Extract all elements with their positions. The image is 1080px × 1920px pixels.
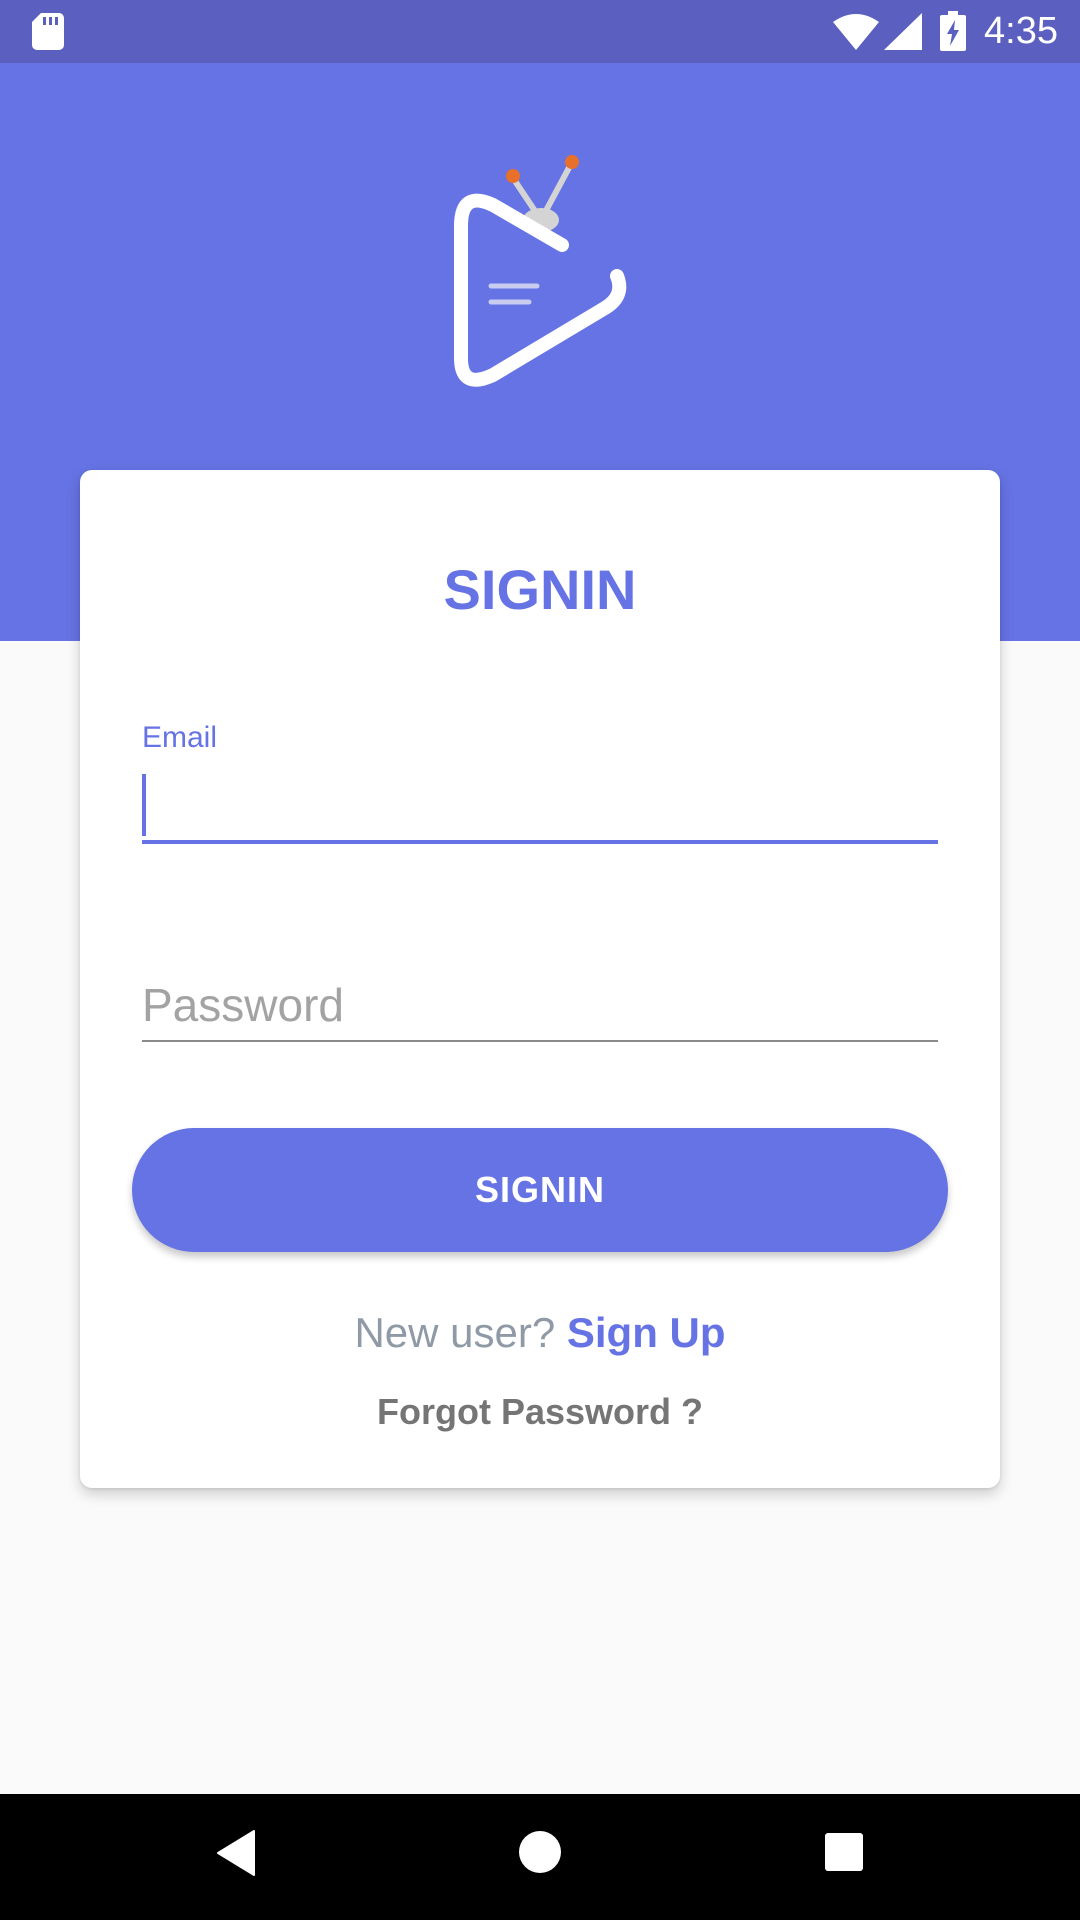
new-user-row: New user? Sign Up <box>80 1308 1000 1358</box>
wifi-icon <box>833 14 879 50</box>
recents-icon[interactable] <box>824 1832 864 1872</box>
password-field[interactable] <box>142 970 938 1042</box>
back-icon[interactable] <box>216 1829 256 1877</box>
battery-charging-icon <box>940 11 966 51</box>
status-time: 4:35 <box>984 10 1058 52</box>
text-cursor <box>142 774 146 836</box>
new-user-text: New user? <box>354 1309 567 1356</box>
page-title: SIGNIN <box>443 558 637 621</box>
cell-signal-icon <box>884 13 922 50</box>
navigation-bar <box>0 1794 1080 1920</box>
home-icon[interactable] <box>518 1830 562 1874</box>
email-field[interactable] <box>142 770 938 844</box>
forgot-password-link[interactable]: Forgot Password ? <box>80 1390 1000 1434</box>
status-bar: 4:35 <box>0 0 1080 63</box>
email-label: Email <box>142 721 218 754</box>
signin-card: SIGNIN Email SIGNIN New user? Sign Up Fo… <box>80 470 1000 1488</box>
signup-link[interactable]: Sign Up <box>567 1309 726 1356</box>
tv-play-logo-icon <box>454 155 627 387</box>
signin-button[interactable]: SIGNIN <box>132 1128 948 1252</box>
sd-card-icon <box>32 13 64 50</box>
